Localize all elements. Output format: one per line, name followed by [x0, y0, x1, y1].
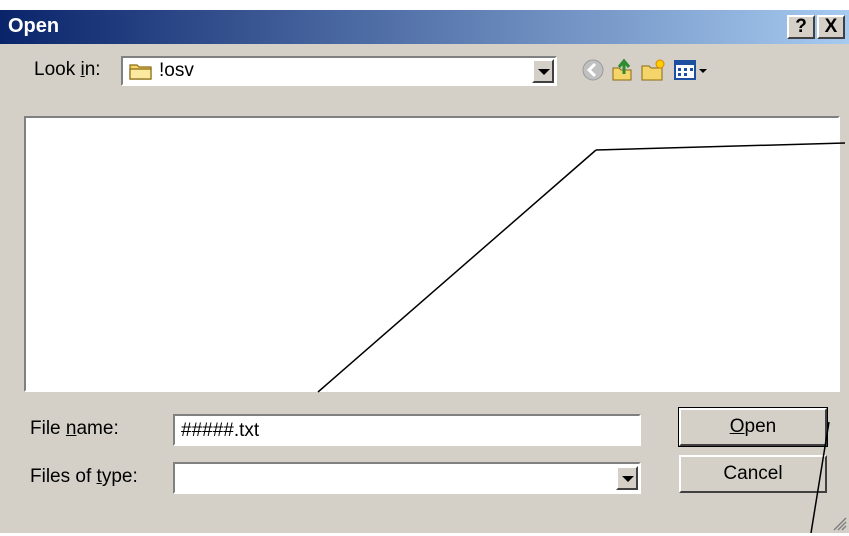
back-arrow-icon[interactable]: [581, 58, 605, 82]
look-in-label: Look in:: [34, 59, 101, 80]
look-in-combo[interactable]: !osv: [121, 56, 557, 86]
file-type-combo[interactable]: [173, 462, 641, 494]
file-name-input[interactable]: #####.txt: [173, 414, 641, 446]
open-button[interactable]: Open: [678, 407, 828, 447]
help-button[interactable]: ?: [787, 15, 815, 39]
look-in-dropdown-button[interactable]: [532, 59, 554, 83]
file-type-dropdown-button[interactable]: [616, 466, 638, 490]
look-in-value: !osv: [159, 60, 194, 81]
view-menu-icon[interactable]: [674, 58, 710, 82]
file-type-label: Files of type:: [30, 466, 138, 487]
title-bar[interactable]: Open ? X: [0, 10, 849, 44]
file-name-label: File name:: [30, 418, 119, 439]
folder-icon: [128, 60, 154, 87]
close-button[interactable]: X: [817, 15, 845, 39]
file-list[interactable]: [24, 116, 840, 392]
up-folder-icon[interactable]: [610, 58, 634, 82]
resize-grip-icon[interactable]: [833, 517, 847, 531]
new-folder-icon[interactable]: [640, 58, 665, 82]
open-dialog: Open ? X Look in: !osv File name: #####.…: [0, 10, 849, 533]
window-title: Open: [8, 15, 60, 37]
cancel-button[interactable]: Cancel: [679, 455, 827, 493]
file-name-value: #####.txt: [181, 420, 260, 441]
